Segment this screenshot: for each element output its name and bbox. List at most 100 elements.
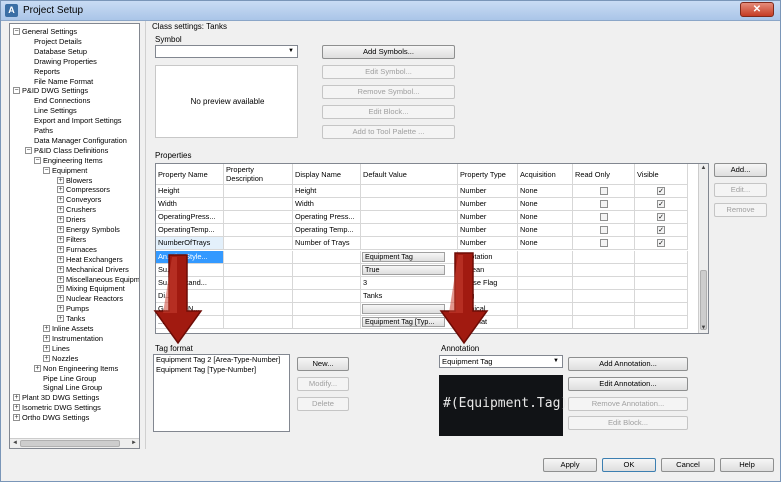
tree-node[interactable]: + Blowers	[57, 176, 92, 186]
edit-annotation-button[interactable]: Edit Annotation...	[568, 377, 688, 391]
visible-cell[interactable]	[635, 289, 688, 303]
expand-icon[interactable]: +	[57, 176, 64, 184]
visible-cell[interactable]: ✓	[635, 237, 688, 251]
column-header[interactable]: Display Name	[293, 164, 361, 185]
tree-node[interactable]: + Nuclear Reactors	[57, 294, 123, 304]
expand-icon[interactable]: +	[43, 344, 50, 352]
expand-icon[interactable]: +	[13, 414, 20, 422]
tree-node[interactable]: + Plant 3D DWG Settings	[13, 393, 99, 403]
visible-cell[interactable]: ✓	[635, 224, 688, 238]
column-header[interactable]: Default Value	[361, 164, 458, 185]
splitter[interactable]	[145, 21, 146, 449]
tree-node[interactable]: + Lines	[43, 344, 70, 354]
close-button[interactable]: ✕	[740, 2, 774, 17]
property-row[interactable]: OperatingPress... Operating Press... Numbe…	[156, 211, 699, 225]
property-name-cell[interactable]: NumberOfTrays	[156, 237, 224, 251]
expand-icon[interactable]: +	[57, 305, 64, 313]
expand-icon[interactable]: +	[57, 295, 64, 303]
visible-cell[interactable]	[635, 263, 688, 277]
remove-annotation-button[interactable]: Remove Annotation...	[568, 397, 688, 411]
expand-icon[interactable]: +	[13, 404, 20, 412]
expand-icon[interactable]: +	[57, 265, 64, 273]
expand-icon[interactable]: +	[57, 216, 64, 224]
display-cell[interactable]: Number of Trays	[293, 237, 361, 251]
default-cell[interactable]	[361, 224, 458, 238]
tree-node[interactable]: Signal Line Group	[34, 383, 102, 393]
display-cell[interactable]	[293, 263, 361, 277]
type-cell[interactable]: Number	[458, 237, 518, 251]
display-cell[interactable]: Operating Press...	[293, 211, 361, 225]
column-header[interactable]: Property Type	[458, 164, 518, 185]
scroll-up-icon[interactable]: ▲	[699, 164, 708, 173]
tree-node[interactable]: File Name Format	[25, 77, 93, 87]
new-tag-format-button[interactable]: New...	[297, 357, 349, 371]
desc-cell[interactable]	[224, 289, 293, 303]
column-header[interactable]: Property Name	[156, 164, 224, 185]
symbol-dropdown[interactable]: ▼	[155, 45, 298, 58]
display-cell[interactable]	[293, 316, 361, 329]
annotation-dropdown[interactable]: Equipment Tag ▼	[439, 355, 563, 368]
read-only-cell[interactable]	[573, 237, 635, 251]
default-cell[interactable]	[361, 211, 458, 225]
desc-cell[interactable]	[224, 224, 293, 238]
cancel-button[interactable]: Cancel	[661, 458, 715, 472]
property-row[interactable]: Width Width Number None ✓	[156, 198, 699, 212]
read-only-cell[interactable]	[573, 289, 635, 303]
expand-icon[interactable]: +	[57, 196, 64, 204]
tree-node[interactable]: + Instrumentation	[43, 334, 103, 344]
column-header[interactable]: Visible	[635, 164, 688, 185]
expand-icon[interactable]: +	[43, 334, 50, 342]
visible-cell[interactable]: ✓	[635, 185, 688, 198]
read-only-cell[interactable]	[573, 224, 635, 238]
expand-icon[interactable]: +	[57, 285, 64, 293]
tree-node[interactable]: + Inline Assets	[43, 324, 94, 334]
tree-node[interactable]: + Furnaces	[57, 245, 97, 255]
visible-cell[interactable]: ✓	[635, 211, 688, 225]
collapse-icon[interactable]: −	[25, 146, 32, 154]
expand-icon[interactable]: +	[57, 315, 64, 323]
visible-cell[interactable]	[635, 302, 688, 316]
expand-icon[interactable]: +	[43, 354, 50, 362]
read-only-cell[interactable]	[573, 263, 635, 277]
properties-grid[interactable]: Property Name Property Description Display…	[155, 163, 709, 334]
column-header[interactable]: Property Description	[224, 164, 293, 185]
property-row[interactable]: An...tionStyle...Equipment Tag...notatio…	[156, 250, 699, 264]
acq-cell[interactable]: None	[518, 224, 573, 238]
expand-icon[interactable]: +	[57, 255, 64, 263]
desc-cell[interactable]	[224, 198, 293, 212]
default-value-dropdown[interactable]: Equipment Tag [Typ...	[362, 317, 445, 327]
tree-node[interactable]: End Connections	[25, 96, 90, 106]
tree-node[interactable]: Database Setup	[25, 47, 87, 57]
add-to-tool-palette-button[interactable]: Add to Tool Palette ...	[322, 125, 455, 139]
tree-node[interactable]: − Engineering Items	[34, 156, 103, 166]
type-cell[interactable]: Number	[458, 185, 518, 198]
acq-cell[interactable]: None	[518, 237, 573, 251]
property-row[interactable]: ...NameEquipment Tag [Typ......format	[156, 316, 699, 329]
read-only-cell[interactable]	[573, 316, 635, 329]
visible-cell[interactable]	[635, 316, 688, 329]
display-cell[interactable]: Height	[293, 185, 361, 198]
read-only-checkbox[interactable]	[600, 187, 608, 195]
property-name-cell[interactable]: OperatingTemp...	[156, 224, 224, 238]
read-only-cell[interactable]	[573, 211, 635, 225]
tree-node[interactable]: + Conveyors	[57, 195, 101, 205]
visible-checkbox[interactable]: ✓	[657, 213, 665, 222]
remove-symbol-button[interactable]: Remove Symbol...	[322, 85, 455, 99]
tree-horizontal-scrollbar[interactable]: ◄ ►	[10, 438, 139, 448]
type-cell[interactable]: Number	[458, 211, 518, 225]
tree-node[interactable]: Pipe Line Group	[34, 374, 96, 384]
property-row[interactable]: NumberOfTrays Number of Trays Number None ✓	[156, 237, 699, 251]
read-only-checkbox[interactable]	[600, 239, 608, 248]
tree-node[interactable]: + Crushers	[57, 205, 96, 215]
tree-node[interactable]: − Equipment	[43, 166, 87, 176]
expand-icon[interactable]: +	[57, 226, 64, 233]
desc-cell[interactable]	[224, 316, 293, 329]
type-cell[interactable]: Number	[458, 224, 518, 238]
acq-cell[interactable]	[518, 302, 573, 316]
display-cell[interactable]	[293, 302, 361, 316]
desc-cell[interactable]	[224, 250, 293, 264]
collapse-icon[interactable]: −	[34, 156, 41, 164]
expand-icon[interactable]: +	[43, 325, 50, 332]
visible-checkbox[interactable]: ✓	[657, 226, 665, 235]
collapse-icon[interactable]: −	[13, 87, 20, 95]
